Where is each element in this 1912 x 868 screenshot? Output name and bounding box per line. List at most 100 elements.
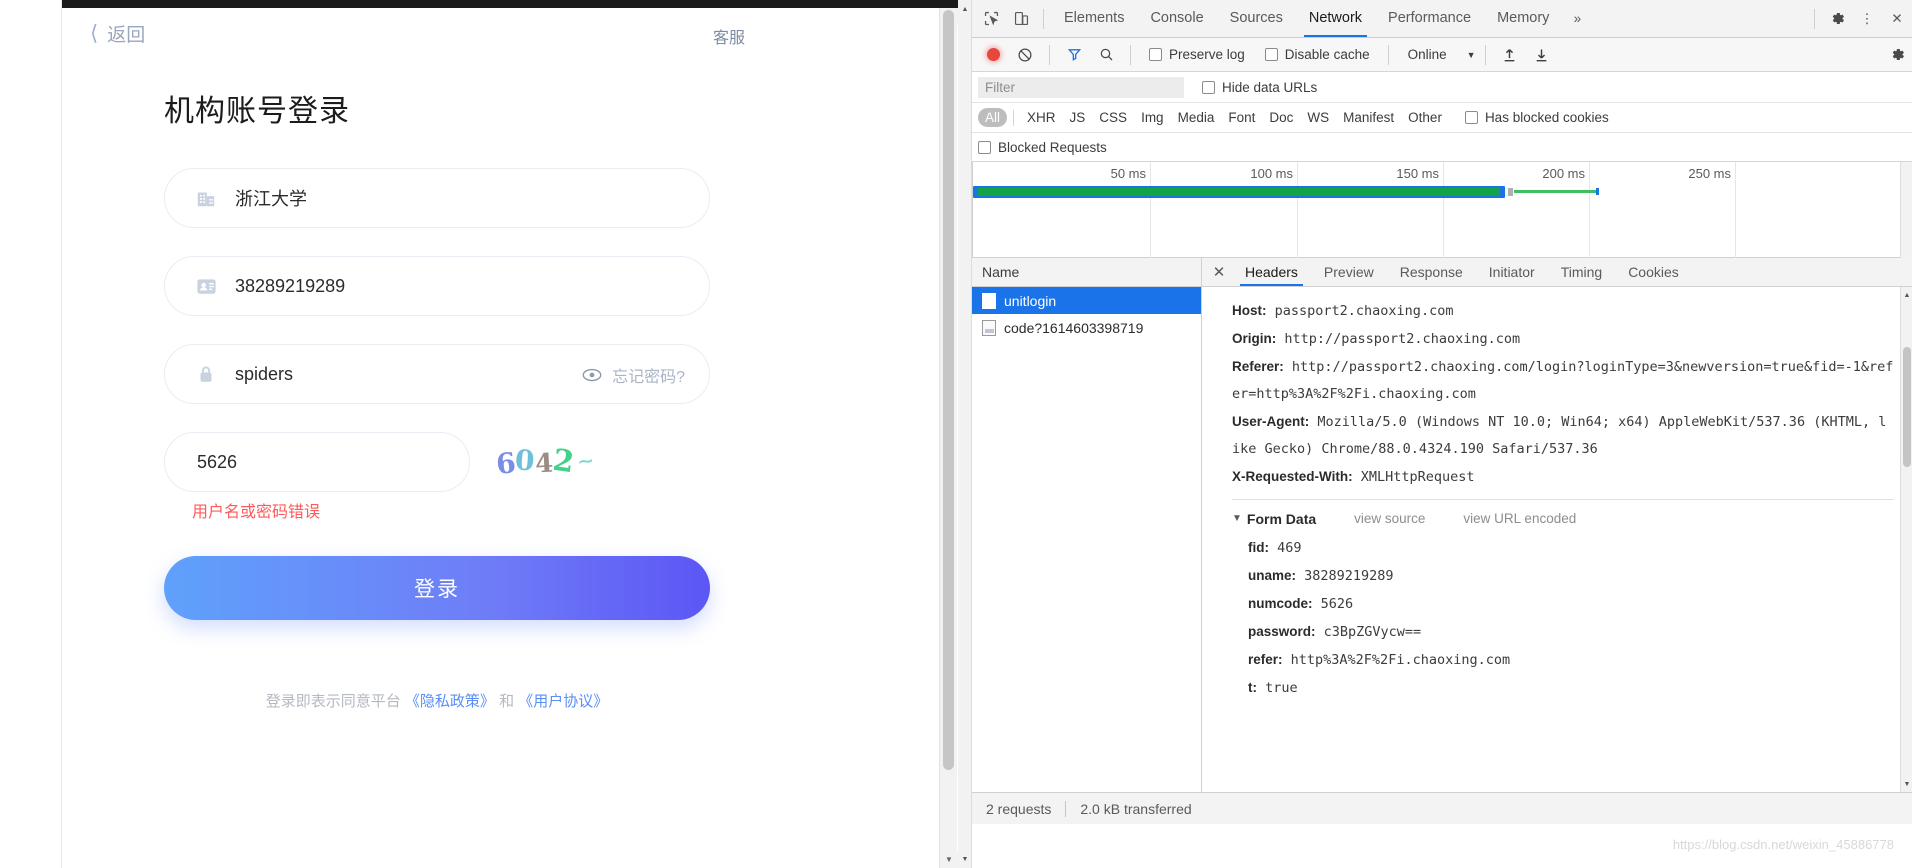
hide-data-urls-checkbox[interactable]: Hide data URLs [1202,80,1317,95]
request-count: 2 requests [986,800,1052,817]
type-filter-media[interactable]: Media [1171,108,1222,127]
type-filter-other[interactable]: Other [1401,108,1449,127]
password-field[interactable]: spiders 忘记密码? [164,344,710,404]
type-filter-img[interactable]: Img [1134,108,1171,127]
inspect-element-icon[interactable] [976,4,1006,34]
detail-tab-preview[interactable]: Preview [1311,258,1387,286]
network-split-view: Name unitlogin code?1614603398719 ✕ Head… [972,258,1912,792]
form-data-section-header[interactable]: ▼ Form Data view source view URL encoded [1232,504,1894,534]
tab-network[interactable]: Network [1296,0,1375,37]
tab-console[interactable]: Console [1137,0,1216,37]
request-row-code[interactable]: code?1614603398719 [972,314,1201,341]
request-list: Name unitlogin code?1614603398719 [972,258,1202,792]
scroll-up-arrow-icon[interactable]: ▲ [958,2,972,16]
type-filter-js[interactable]: JS [1063,108,1093,127]
search-icon[interactable] [1091,40,1121,70]
scroll-down-arrow-icon[interactable]: ▼ [940,851,958,868]
eye-icon[interactable] [581,367,603,383]
preserve-log-label: Preserve log [1169,47,1245,62]
forgot-password-link[interactable]: 忘记密码? [612,363,685,387]
filter-input[interactable] [978,76,1184,98]
disable-cache-checkbox[interactable]: Disable cache [1264,47,1370,62]
has-blocked-cookies-checkbox[interactable]: Has blocked cookies [1464,110,1609,125]
form-data-value: c3BpZGVycw== [1323,624,1422,640]
organization-field[interactable]: 浙江大学 [164,168,710,228]
tab-elements[interactable]: Elements [1051,0,1137,37]
network-overview-timeline[interactable]: 50 ms 100 ms 150 ms 200 ms 250 ms [972,162,1912,258]
screenshot-root: ⟨ 返回 客服 机构账号登录 浙江大学 38289219289 spiders … [0,0,1912,868]
throttling-select[interactable]: Online ▼ [1408,47,1476,62]
detail-tab-response[interactable]: Response [1387,258,1476,286]
form-data-value: true [1265,680,1298,696]
user-terms-link[interactable]: 《用户协议》 [518,693,608,710]
view-source-link[interactable]: view source [1354,504,1425,534]
checkbox-box[interactable] [978,140,991,154]
blocked-requests-checkbox[interactable]: Blocked Requests [978,140,1107,155]
scroll-down-arrow-icon[interactable]: ▼ [1901,778,1912,790]
close-detail-icon[interactable]: ✕ [1206,258,1232,286]
view-url-encoded-link[interactable]: view URL encoded [1463,504,1576,534]
triangle-down-icon[interactable]: ▼ [1232,504,1242,534]
record-button[interactable] [978,40,1008,70]
overview-right-scroll-strip[interactable] [1900,162,1912,258]
header-value: http://passport2.chaoxing.com [1284,331,1521,347]
detail-tab-headers[interactable]: Headers [1232,258,1311,286]
login-submit-button[interactable]: 登录 [164,556,710,620]
tab-sources[interactable]: Sources [1217,0,1296,37]
type-filter-all[interactable]: All [978,108,1008,127]
captcha-field[interactable]: 5626 [164,432,470,492]
checkbox-box[interactable] [1264,48,1278,61]
device-toolbar-icon[interactable] [1006,4,1036,34]
type-filter-xhr[interactable]: XHR [1020,108,1063,127]
type-filter-font[interactable]: Font [1221,108,1262,127]
chevron-down-icon[interactable]: ▼ [1467,50,1476,60]
page-top-chrome-strip [0,0,958,8]
scroll-up-arrow-icon[interactable]: ▲ [1901,289,1912,301]
login-form: 浙江大学 38289219289 spiders 忘记密码? 5626 6 0 … [164,168,710,710]
detail-scrollbar[interactable]: ▲ ▼ [1900,287,1912,792]
preserve-log-checkbox[interactable]: Preserve log [1149,47,1245,62]
agreement-and: 和 [499,693,515,710]
account-field[interactable]: 38289219289 [164,256,710,316]
kebab-menu-icon[interactable]: ⋮ [1852,4,1882,34]
gear-icon[interactable] [1822,4,1852,34]
checkbox-box[interactable] [1149,48,1162,61]
overview-tick-label: 250 ms [1688,166,1731,181]
captcha-image[interactable]: 6 0 4 2 ~ [495,438,616,484]
header-row-x-requested-with: X-Requested-With: XMLHttpRequest [1232,463,1894,491]
scroll-down-arrow-icon[interactable]: ▼ [958,852,972,866]
form-data-value: 5626 [1320,596,1354,612]
tab-memory[interactable]: Memory [1484,0,1562,37]
checkbox-box[interactable] [1202,80,1215,94]
type-filter-doc[interactable]: Doc [1262,108,1300,127]
privacy-policy-link[interactable]: 《隐私政策》 [405,693,495,710]
form-data-key: t: [1248,680,1257,695]
form-data-value: http%3A%2F%2Fi.chaoxing.com [1290,652,1511,668]
clear-icon[interactable] [1010,40,1040,70]
close-icon[interactable]: ✕ [1882,4,1912,34]
filter-funnel-icon[interactable] [1059,40,1089,70]
page-scrollbar-thumb[interactable] [943,10,954,770]
detail-scrollbar-thumb[interactable] [1903,347,1911,467]
devtools-tabbar: Elements Console Sources Network Perform… [972,0,1912,38]
back-button[interactable]: ⟨ 返回 [90,20,145,47]
detail-tab-timing[interactable]: Timing [1548,258,1616,286]
type-filter-manifest[interactable]: Manifest [1336,108,1401,127]
detail-tab-cookies[interactable]: Cookies [1615,258,1692,286]
browser-page-pane: ⟨ 返回 客服 机构账号登录 浙江大学 38289219289 spiders … [0,0,958,868]
chevron-double-right-icon[interactable]: » [1562,4,1592,34]
password-actions: 忘记密码? [581,345,685,405]
network-settings-icon[interactable] [1882,40,1912,70]
type-filter-ws[interactable]: WS [1300,108,1336,127]
customer-support-link[interactable]: 客服 [713,24,745,48]
request-row-unitlogin[interactable]: unitlogin [972,287,1201,314]
page-scrollbar[interactable]: ▲ ▼ [939,8,958,868]
checkbox-box[interactable] [1464,111,1478,124]
devtools-left-scroll-strip[interactable]: ▲ ▼ [958,0,972,868]
export-har-icon[interactable] [1527,40,1557,70]
request-list-header[interactable]: Name [972,258,1201,287]
type-filter-css[interactable]: CSS [1092,108,1134,127]
detail-tab-initiator[interactable]: Initiator [1476,258,1548,286]
import-har-icon[interactable] [1495,40,1525,70]
tab-performance[interactable]: Performance [1375,0,1484,37]
